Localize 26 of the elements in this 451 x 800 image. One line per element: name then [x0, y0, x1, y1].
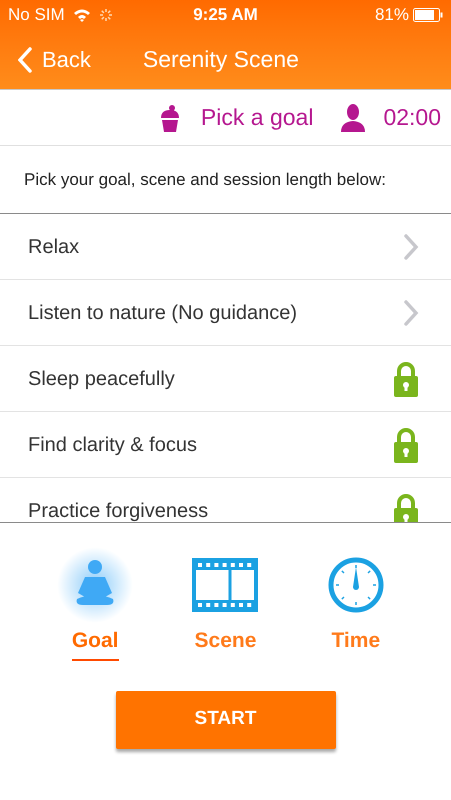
goal-list-item[interactable]: Relax: [0, 214, 451, 280]
meditation-icon: [57, 547, 134, 623]
chevron-right-icon: [403, 298, 419, 326]
film-strip-icon: [192, 558, 258, 612]
cupcake-icon: [158, 104, 181, 132]
lock-icon: [393, 426, 419, 462]
goal-list-item[interactable]: Listen to nature (No guidance): [0, 280, 451, 346]
loading-icon: [98, 8, 113, 22]
lock-icon: [393, 492, 419, 522]
goal-list-item[interactable]: Find clarity & focus: [0, 412, 451, 478]
carrier-label: No SIM: [8, 4, 65, 26]
screen-title: Serenity Scene: [142, 45, 299, 74]
stopwatch-icon: [328, 557, 384, 613]
session-time: 02:00: [383, 103, 441, 132]
goal-list-item[interactable]: Sleep peacefully: [0, 346, 451, 412]
goal-list-item[interactable]: Practice forgiveness: [0, 478, 451, 522]
lock-icon: [393, 360, 419, 396]
person-icon: [341, 104, 366, 132]
wifi-icon: [72, 8, 91, 22]
battery-percentage: 81%: [374, 4, 409, 26]
goal-label: Pick a goal: [200, 103, 314, 132]
chevron-right-icon: [403, 232, 419, 260]
instructions-text: Pick your goal, scene and session length below:: [24, 168, 386, 191]
battery-icon: [413, 8, 443, 22]
back-chevron-icon: [18, 46, 32, 72]
status-time: 9:25 AM: [193, 4, 258, 26]
